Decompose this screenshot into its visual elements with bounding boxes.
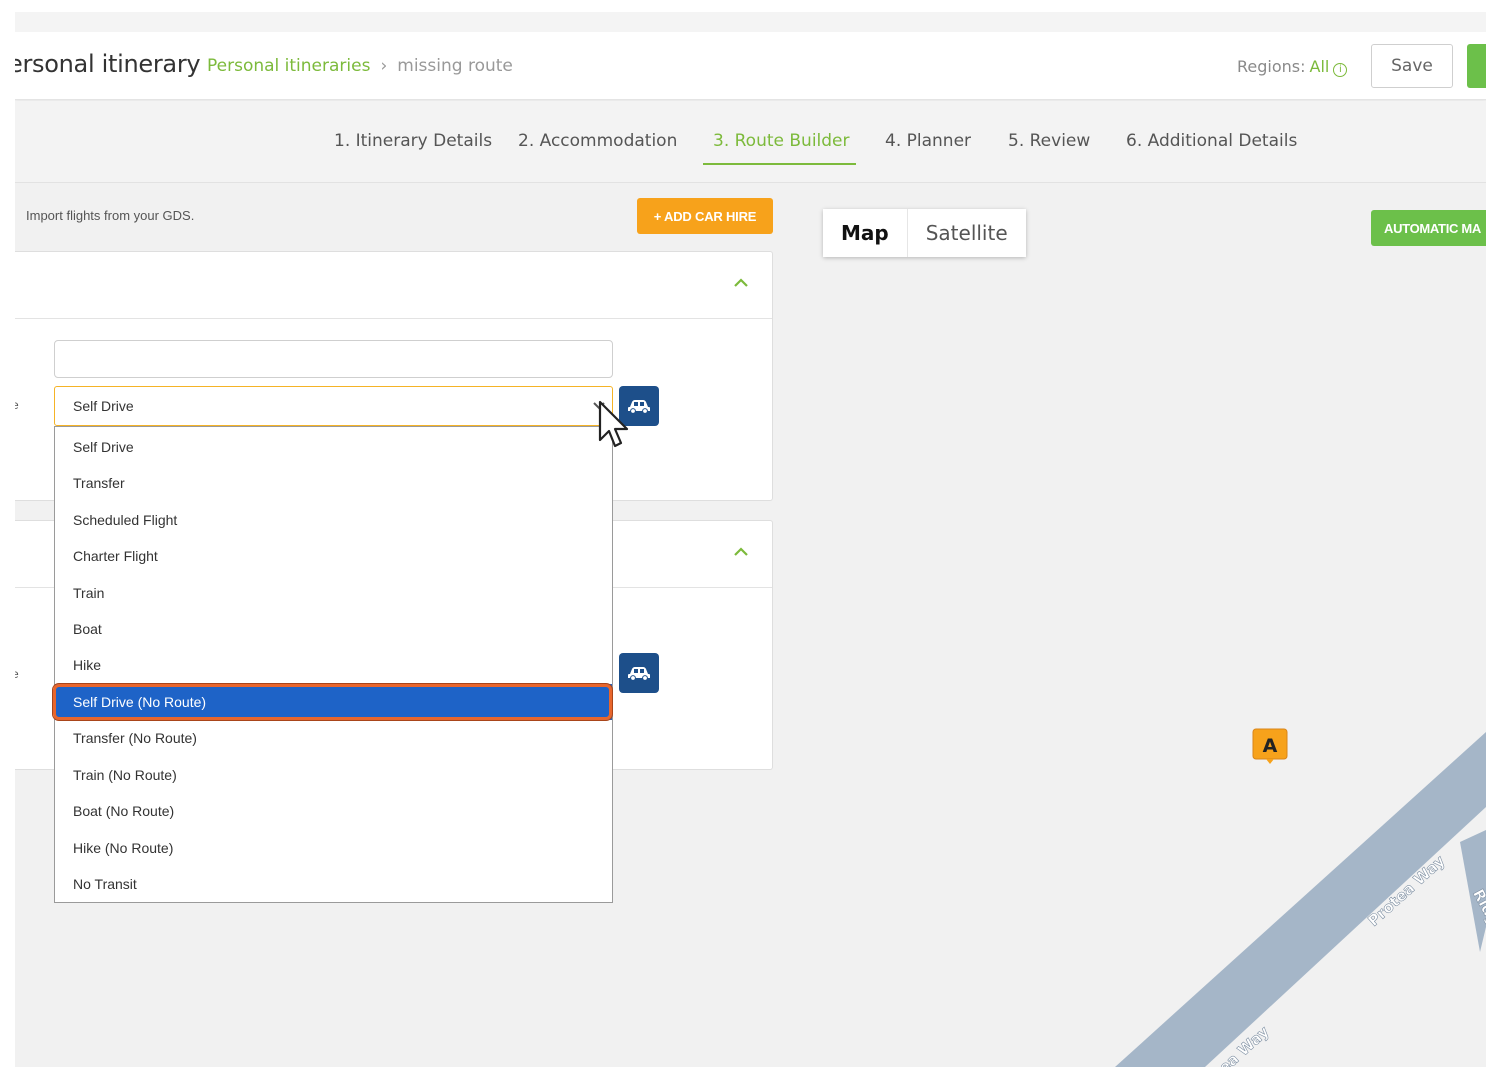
breadcrumb: Personal itineraries › missing route	[207, 56, 513, 76]
leg-text-input[interactable]	[54, 340, 613, 378]
transport-type-select[interactable]: Self Drive	[54, 386, 613, 426]
regions-label: Regions:	[1237, 57, 1306, 76]
regions-filter[interactable]: Regions: All i	[1237, 57, 1348, 77]
save-button[interactable]: Save	[1371, 44, 1453, 88]
page-title: ersonal itinerary	[15, 50, 201, 78]
wizard-tabs: 1. Itinerary Details 2. Accommodation 3.…	[15, 101, 1486, 183]
add-car-hire-button[interactable]: + ADD CAR HIRE	[637, 198, 773, 234]
transport-options-dropdown: Self Drive Transfer Scheduled Flight Cha…	[53, 426, 613, 903]
map-marker-label: A	[1263, 735, 1278, 757]
dropdown-option-transfer[interactable]: Transfer	[55, 465, 612, 501]
map-roads: Protea Way Ridge Rd Protea Way	[1115, 732, 1486, 1067]
map-type-toggle: Map Satellite	[823, 209, 1026, 257]
chevron-up-icon[interactable]	[732, 543, 750, 561]
field-label-stub: e	[15, 398, 19, 412]
breadcrumb-link-personal-itineraries[interactable]: Personal itineraries	[207, 56, 370, 76]
transport-select-value: Self Drive	[73, 398, 134, 414]
import-flights-text: Import flights from your GDS.	[26, 208, 195, 223]
tab-planner[interactable]: 4. Planner	[885, 131, 971, 151]
map-view-button[interactable]: Map	[823, 209, 908, 257]
dropdown-option-hike[interactable]: Hike	[55, 647, 612, 683]
dropdown-option-boat-no-route[interactable]: Boat (No Route)	[55, 793, 612, 829]
green-action-button[interactable]	[1467, 44, 1486, 88]
map-marker-a-icon[interactable]: A	[1252, 728, 1288, 764]
dropdown-option-train-no-route[interactable]: Train (No Route)	[55, 757, 612, 793]
mouse-cursor-icon	[598, 400, 629, 448]
car-icon	[628, 667, 650, 681]
dropdown-option-boat[interactable]: Boat	[55, 611, 612, 647]
regions-value[interactable]: All	[1310, 57, 1330, 76]
dropdown-option-train[interactable]: Train	[55, 575, 612, 611]
top-strip	[15, 12, 1486, 32]
dropdown-option-no-transit[interactable]: No Transit	[55, 866, 612, 902]
satellite-view-button[interactable]: Satellite	[907, 209, 1026, 257]
tab-additional-details[interactable]: 6. Additional Details	[1126, 131, 1297, 151]
tab-review[interactable]: 5. Review	[1008, 131, 1090, 151]
breadcrumb-current: missing route	[397, 56, 513, 76]
breadcrumb-separator: ›	[380, 56, 388, 76]
dropdown-option-charter-flight[interactable]: Charter Flight	[55, 538, 612, 574]
automatic-map-button[interactable]: AUTOMATIC MA	[1371, 210, 1486, 246]
dropdown-option-self-drive[interactable]: Self Drive	[55, 429, 612, 465]
car-type-button[interactable]	[619, 653, 659, 693]
chevron-up-icon[interactable]	[732, 274, 750, 292]
tab-route-builder[interactable]: 3. Route Builder	[713, 131, 850, 151]
panel-header[interactable]	[15, 252, 772, 319]
active-tab-indicator	[703, 163, 856, 165]
tab-itinerary-details[interactable]: 1. Itinerary Details	[334, 131, 492, 151]
tab-accommodation[interactable]: 2. Accommodation	[518, 131, 677, 151]
field-label-stub: e	[15, 667, 19, 681]
app-frame: ersonal itinerary Personal itineraries › m…	[15, 12, 1486, 1067]
dropdown-option-scheduled-flight[interactable]: Scheduled Flight	[55, 502, 612, 538]
dropdown-option-transfer-no-route[interactable]: Transfer (No Route)	[55, 720, 612, 756]
dropdown-option-self-drive-no-route[interactable]: Self Drive (No Route)	[55, 684, 612, 720]
page-header: ersonal itinerary Personal itineraries › m…	[15, 32, 1486, 100]
info-icon[interactable]: i	[1333, 63, 1348, 77]
dropdown-option-hike-no-route[interactable]: Hike (No Route)	[55, 830, 612, 866]
